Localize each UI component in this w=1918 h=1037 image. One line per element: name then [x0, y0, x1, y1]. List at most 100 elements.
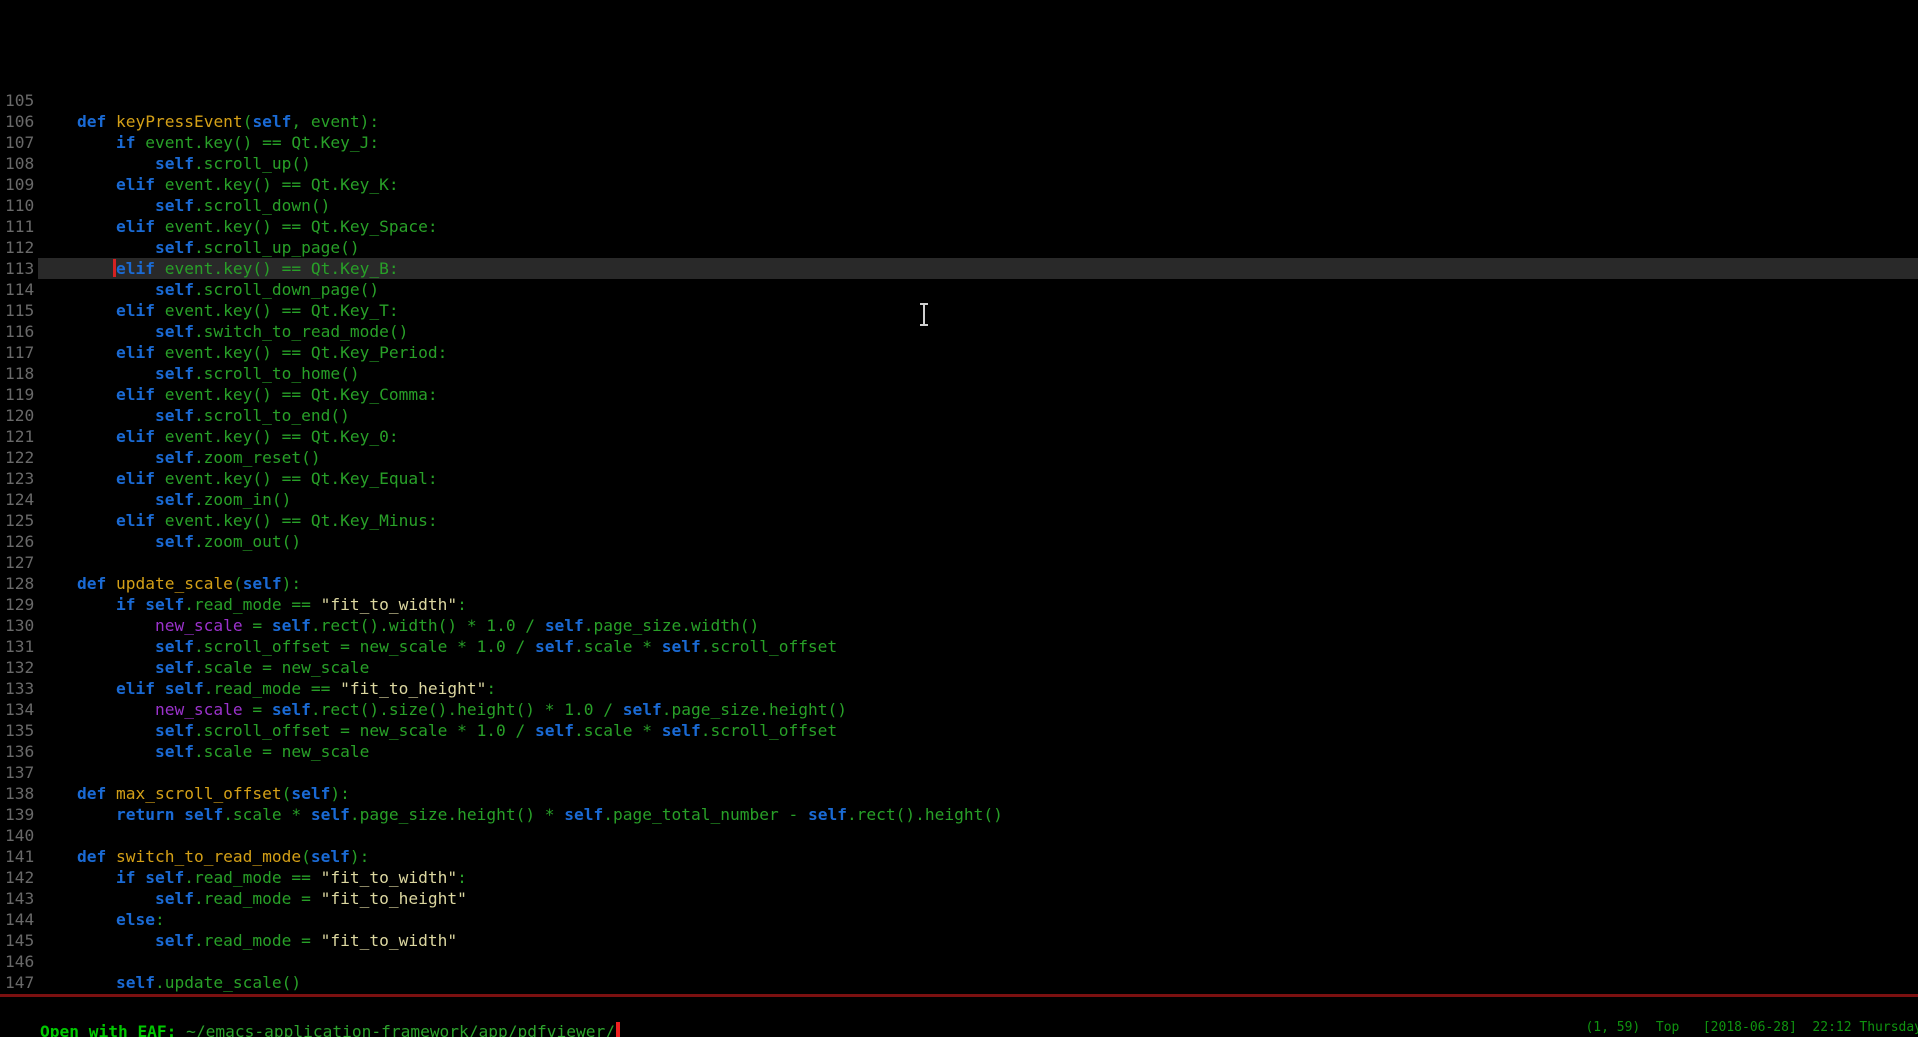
code-line[interactable]: 109 elif event.key() == Qt.Key_K: [0, 174, 1918, 195]
code-line[interactable]: 122 self.zoom_reset() [0, 447, 1918, 468]
code-line[interactable]: 117 elif event.key() == Qt.Key_Period: [0, 342, 1918, 363]
code-line-text: elif event.key() == Qt.Key_Space: [38, 216, 1918, 237]
code-line[interactable]: 129 if self.read_mode == "fit_to_width": [0, 594, 1918, 615]
minibuffer-prompt: Open with EAF: [40, 1022, 186, 1037]
ibeam-mouse-pointer [923, 305, 925, 324]
code-line-text: elif self.read_mode == "fit_to_height": [38, 678, 1918, 699]
line-number: 139 [0, 804, 38, 825]
code-line[interactable]: 114 self.scroll_down_page() [0, 279, 1918, 300]
code-line[interactable]: 105 [0, 90, 1918, 111]
line-number: 131 [0, 636, 38, 657]
code-line[interactable]: 127 [0, 552, 1918, 573]
line-number: 110 [0, 195, 38, 216]
code-line-text: elif event.key() == Qt.Key_Equal: [38, 468, 1918, 489]
minibuffer[interactable]: Open with EAF: ~/emacs-application-frame… [1, 1000, 620, 1021]
line-number: 134 [0, 699, 38, 720]
line-number: 137 [0, 762, 38, 783]
code-line[interactable]: 143 self.read_mode = "fit_to_height" [0, 888, 1918, 909]
line-number: 112 [0, 237, 38, 258]
code-line[interactable]: 107 if event.key() == Qt.Key_J: [0, 132, 1918, 153]
code-line-text: def max_scroll_offset(self): [38, 783, 1918, 804]
minibuffer-cursor [616, 1022, 620, 1037]
line-number: 117 [0, 342, 38, 363]
code-line[interactable]: 142 if self.read_mode == "fit_to_width": [0, 867, 1918, 888]
line-number: 147 [0, 972, 38, 993]
code-line[interactable]: 108 self.scroll_up() [0, 153, 1918, 174]
line-number: 146 [0, 951, 38, 972]
code-line[interactable]: 126 self.zoom_out() [0, 531, 1918, 552]
code-line-text: elif event.key() == Qt.Key_Comma: [38, 384, 1918, 405]
code-line[interactable]: 106 def keyPressEvent(self, event): [0, 111, 1918, 132]
emacs-frame: self.send_progress_message((self.scroll_… [0, 0, 1918, 1037]
code-line[interactable]: 146 [0, 951, 1918, 972]
code-line[interactable]: 111 elif event.key() == Qt.Key_Space: [0, 216, 1918, 237]
code-line[interactable]: 137 [0, 762, 1918, 783]
minibuffer-input[interactable]: ~/emacs-application-framework/app/pdfvie… [186, 1022, 615, 1037]
code-line[interactable]: 110 self.scroll_down() [0, 195, 1918, 216]
line-number: 142 [0, 867, 38, 888]
code-line[interactable]: 121 elif event.key() == Qt.Key_0: [0, 426, 1918, 447]
code-line[interactable]: 125 elif event.key() == Qt.Key_Minus: [0, 510, 1918, 531]
code-line-text: elif event.key() == Qt.Key_T: [38, 300, 1918, 321]
code-line-text: self.scroll_up() [38, 153, 1918, 174]
code-line-text: elif event.key() == Qt.Key_Period: [38, 342, 1918, 363]
line-number: 140 [0, 825, 38, 846]
line-number: 144 [0, 909, 38, 930]
line-number: 114 [0, 279, 38, 300]
code-line-text: new_scale = self.rect().width() * 1.0 / … [38, 615, 1918, 636]
code-line[interactable]: 130 new_scale = self.rect().width() * 1.… [0, 615, 1918, 636]
code-line[interactable]: 120 self.scroll_to_end() [0, 405, 1918, 426]
code-line[interactable]: 133 elif self.read_mode == "fit_to_heigh… [0, 678, 1918, 699]
code-line-text: self.scale = new_scale [38, 657, 1918, 678]
code-line[interactable]: 139 return self.scale * self.page_size.h… [0, 804, 1918, 825]
code-line-text: def update_scale(self): [38, 573, 1918, 594]
code-line-text: self.update_scale() [38, 972, 1918, 993]
code-line[interactable]: 138 def max_scroll_offset(self): [0, 783, 1918, 804]
code-line-text: if event.key() == Qt.Key_J: [38, 132, 1918, 153]
code-line[interactable]: 112 self.scroll_up_page() [0, 237, 1918, 258]
line-number: 120 [0, 405, 38, 426]
line-number: 124 [0, 489, 38, 510]
code-line[interactable]: 134 new_scale = self.rect().size().heigh… [0, 699, 1918, 720]
code-line-text: self.scroll_up_page() [38, 237, 1918, 258]
code-line[interactable]: 113 elif event.key() == Qt.Key_B: [0, 258, 1918, 279]
code-line[interactable]: 118 self.scroll_to_home() [0, 363, 1918, 384]
code-line-text: def keyPressEvent(self, event): [38, 111, 1918, 132]
line-number: 135 [0, 720, 38, 741]
line-number: 145 [0, 930, 38, 951]
line-number: 111 [0, 216, 38, 237]
line-number: 141 [0, 846, 38, 867]
code-line[interactable]: 123 elif event.key() == Qt.Key_Equal: [0, 468, 1918, 489]
code-editor[interactable]: self.send_progress_message((self.scroll_… [0, 0, 1918, 994]
code-line-text [38, 552, 1918, 573]
line-number: 127 [0, 552, 38, 573]
code-line[interactable]: 145 self.read_mode = "fit_to_width" [0, 930, 1918, 951]
code-line[interactable]: 140 [0, 825, 1918, 846]
line-number: 109 [0, 174, 38, 195]
code-line[interactable]: 124 self.zoom_in() [0, 489, 1918, 510]
line-number: 105 [0, 90, 38, 111]
code-line[interactable]: 131 self.scroll_offset = new_scale * 1.0… [0, 636, 1918, 657]
code-line[interactable]: 141 def switch_to_read_mode(self): [0, 846, 1918, 867]
code-line-text: self.scale = new_scale [38, 741, 1918, 762]
code-line-text [38, 951, 1918, 972]
code-line[interactable]: 128 def update_scale(self): [0, 573, 1918, 594]
code-line-text: self.scroll_offset = new_scale * 1.0 / s… [38, 720, 1918, 741]
code-line-text: if self.read_mode == "fit_to_width": [38, 594, 1918, 615]
code-line[interactable]: 119 elif event.key() == Qt.Key_Comma: [0, 384, 1918, 405]
code-line[interactable]: 132 self.scale = new_scale [0, 657, 1918, 678]
code-line[interactable]: 136 self.scale = new_scale [0, 741, 1918, 762]
code-line-text: else: [38, 909, 1918, 930]
line-number: 132 [0, 657, 38, 678]
code-line[interactable]: 144 else: [0, 909, 1918, 930]
code-line-text: elif event.key() == Qt.Key_Minus: [38, 510, 1918, 531]
code-line[interactable]: 135 self.scroll_offset = new_scale * 1.0… [0, 720, 1918, 741]
line-number: 119 [0, 384, 38, 405]
line-number: 108 [0, 153, 38, 174]
code-line[interactable]: 116 self.switch_to_read_mode() [0, 321, 1918, 342]
code-lines: 105106 def keyPressEvent(self, event):10… [0, 90, 1918, 994]
line-number: 113 [0, 258, 38, 279]
modeline-rule [0, 994, 1918, 997]
code-line[interactable]: 115 elif event.key() == Qt.Key_T: [0, 300, 1918, 321]
code-line[interactable]: 147 self.update_scale() [0, 972, 1918, 993]
